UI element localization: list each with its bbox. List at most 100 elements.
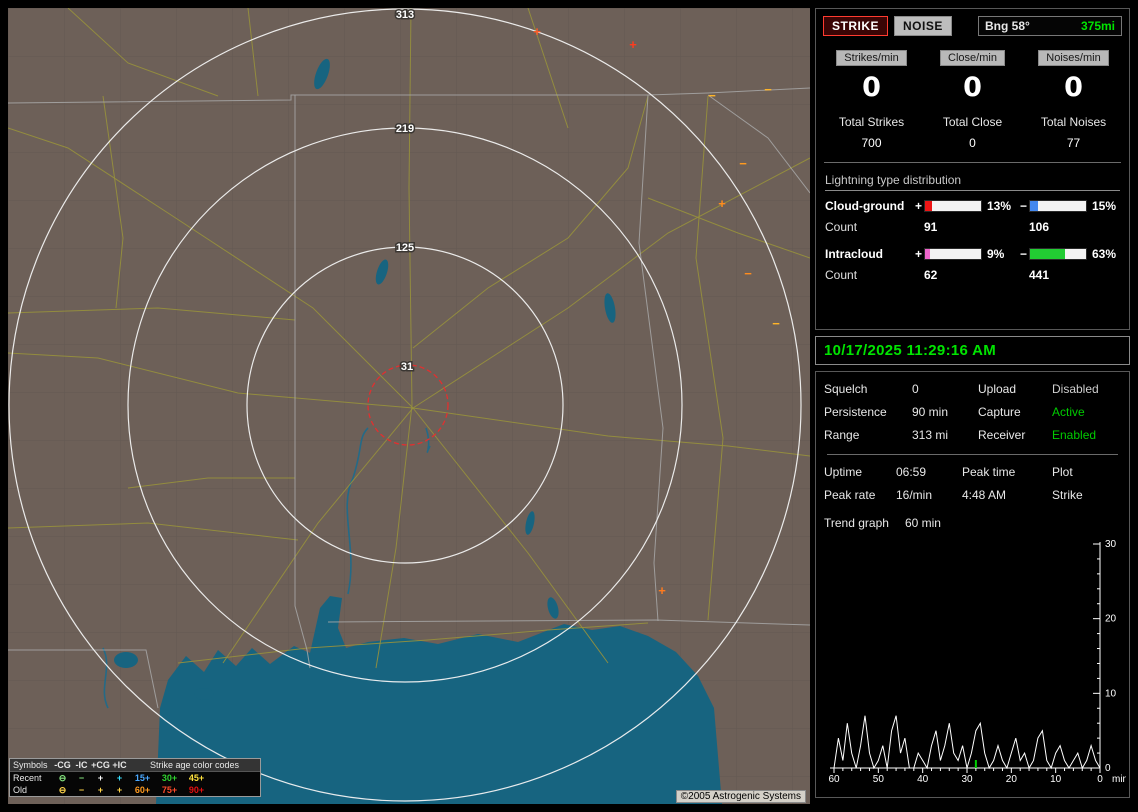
rate-labels-row: Strikes/min Close/min Noises/min (821, 50, 1124, 66)
ic-negative-count: 441 (1029, 268, 1087, 282)
squelch-value: 0 (912, 382, 978, 396)
cg-negative-count: 106 (1029, 220, 1087, 234)
rate-values-row: 0 0 0 (821, 72, 1124, 103)
status-panel: Squelch 0 Upload Disabled Persistence 90… (815, 371, 1130, 798)
close-per-min-value: 0 (922, 72, 1023, 103)
ring-label-313: 313 (396, 9, 414, 21)
plus-sign: + (913, 247, 924, 261)
datetime-panel: 10/17/2025 11:29:16 AM (815, 336, 1130, 365)
legend-row-recent: Recent⊖−++15+30+45+ (10, 772, 260, 784)
cg-positive-bar (924, 200, 982, 212)
legend-symbol: + (110, 772, 129, 784)
noises-per-min-button[interactable]: Noises/min (1038, 50, 1108, 66)
total-close-value: 0 (922, 136, 1023, 150)
ic-positive-bar (924, 248, 982, 260)
datetime-display: 10/17/2025 11:29:16 AM (824, 342, 996, 359)
cg-negative-bar (1029, 200, 1087, 212)
legend-symbol: ⊖ (53, 772, 72, 784)
receiver-value: Enabled (1052, 428, 1122, 442)
total-noises-value: 77 (1023, 136, 1124, 150)
plus-sign: + (913, 199, 924, 213)
strikes-per-min-button[interactable]: Strikes/min (836, 50, 906, 66)
stats-panel: STRIKE NOISE Bng 58° 375mi Strikes/min C… (815, 8, 1130, 330)
minus-sign: − (1018, 199, 1029, 213)
legend-age-value: 45+ (183, 772, 210, 784)
persistence-label: Persistence (824, 405, 912, 419)
trend-tick-label: 60 (828, 774, 840, 785)
trend-tick-label: 40 (917, 774, 929, 785)
total-strikes-label: Total Strikes (821, 115, 922, 129)
strike-plus-mark: + (718, 196, 726, 211)
strike-minus-mark: − (744, 266, 752, 281)
range-value: 313 mi (912, 428, 978, 442)
legend-symbol: + (91, 784, 110, 796)
strike-legend: Symbols -CG -IC +CG +IC Strike age color… (9, 758, 261, 797)
legend-age-title: Strike age color codes (129, 759, 260, 771)
legend-row-label: Recent (10, 772, 53, 784)
trend-tick-label: 30 (1105, 539, 1117, 550)
cloud-ground-label: Cloud-ground (825, 199, 913, 213)
ring-label-125: 125 (396, 242, 414, 254)
total-noises-label: Total Noises (1023, 115, 1124, 129)
legend-symbols-title: Symbols (10, 759, 53, 771)
legend-age-value: 15+ (129, 772, 156, 784)
total-strikes-value: 700 (821, 136, 922, 150)
trend-tick-label: 30 (961, 774, 973, 785)
ring-label-31: 31 (401, 361, 413, 373)
cg-positive-count: 91 (924, 220, 982, 234)
settings-grid: Squelch 0 Upload Disabled Persistence 90… (824, 382, 1121, 442)
peak-time-label: Peak time (962, 465, 1052, 479)
minus-sign: − (1018, 247, 1029, 261)
legend-age-value: 30+ (156, 772, 183, 784)
noise-mode-button[interactable]: NOISE (894, 16, 952, 36)
strike-minus-mark: − (772, 316, 780, 331)
totals-values-row: 700 0 77 (821, 136, 1124, 150)
uptime-value: 06:59 (896, 465, 962, 479)
trend-tick-label: 20 (1105, 614, 1117, 625)
ic-negative-pct: 63% (1087, 247, 1123, 261)
legend-age-value: 75+ (156, 784, 183, 796)
cg-negative-pct: 15% (1087, 199, 1123, 213)
strike-minus-mark: − (708, 88, 716, 103)
legend-age-value: 60+ (129, 784, 156, 796)
count-label: Count (825, 268, 913, 282)
legend-symbol: ⊖ (53, 784, 72, 796)
map-canvas[interactable]: 313 219 125 31 ++−−−+−−+ Symbols -CG -IC… (8, 8, 810, 804)
capture-value: Active (1052, 405, 1122, 419)
peak-rate-label: Peak rate (824, 488, 896, 502)
trend-tick-label: 10 (1105, 688, 1117, 699)
noises-per-min-value: 0 (1023, 72, 1124, 103)
trend-tick-label: 10 (1050, 774, 1062, 785)
trend-tick-label: 20 (1006, 774, 1018, 785)
app: { "map": { "ring_labels": ["313", "219",… (0, 0, 1138, 812)
strike-plus-mark: + (658, 583, 666, 598)
upload-value: Disabled (1052, 382, 1122, 396)
cloud-ground-row: Cloud-ground + 13% − 15% (825, 199, 1120, 213)
legend-header-pos-ic: +IC (110, 759, 129, 771)
bearing-range-value: 375mi (1081, 19, 1115, 33)
legend-header-neg-cg: -CG (53, 759, 72, 771)
legend-symbol: + (91, 772, 110, 784)
strike-minus-mark: − (739, 156, 747, 171)
legend-header-neg-ic: -IC (72, 759, 91, 771)
strike-plus-mark: + (629, 37, 637, 52)
trend-header: Trend graph 60 min (824, 516, 1121, 530)
divider (827, 454, 1118, 455)
cg-positive-pct: 13% (982, 199, 1018, 213)
strike-minus-mark: − (764, 82, 772, 97)
legend-symbol: − (72, 772, 91, 784)
legend-symbol: + (110, 784, 129, 796)
strike-mode-button[interactable]: STRIKE (823, 16, 888, 36)
total-close-label: Total Close (922, 115, 1023, 129)
ic-positive-count: 62 (924, 268, 982, 282)
trend-graph-label: Trend graph (824, 516, 889, 530)
strikes-per-min-value: 0 (821, 72, 922, 103)
ic-negative-bar (1029, 248, 1087, 260)
capture-label: Capture (978, 405, 1052, 419)
close-per-min-button[interactable]: Close/min (940, 50, 1005, 66)
trend-graph: 30201006050403020100min (824, 534, 1126, 786)
uptime-grid: Uptime 06:59 Peak time Plot Peak rate 16… (824, 465, 1121, 502)
range-label: Range (824, 428, 912, 442)
bearing-value: Bng 58° (985, 19, 1030, 33)
peak-time-value: 4:48 AM (962, 488, 1052, 502)
